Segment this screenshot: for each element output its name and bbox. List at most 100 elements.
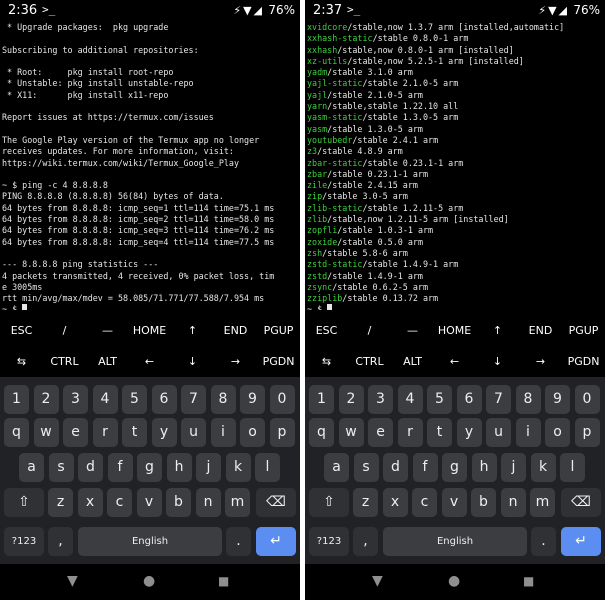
key-p[interactable]: p (574, 418, 600, 447)
key-5[interactable]: 5 (427, 385, 452, 414)
key-d[interactable]: d (383, 453, 408, 482)
key-u[interactable]: u (486, 418, 511, 447)
arrow-right-icon[interactable]: → (519, 346, 562, 377)
key-m[interactable]: m (225, 488, 250, 517)
key-v[interactable]: v (441, 488, 467, 517)
key-6[interactable]: 6 (456, 385, 482, 414)
key-l[interactable]: l (560, 453, 585, 482)
key-6[interactable]: 6 (151, 385, 177, 414)
key-k[interactable]: k (225, 453, 251, 482)
arrow-left-icon[interactable]: ← (433, 346, 476, 377)
key-4[interactable]: 4 (397, 385, 423, 414)
esc-key[interactable]: ESC (305, 315, 348, 346)
arrow-up-icon[interactable]: ↑ (476, 315, 519, 346)
key-4[interactable]: 4 (92, 385, 118, 414)
key-t[interactable]: t (122, 418, 147, 447)
key-7[interactable]: 7 (486, 385, 511, 414)
terminal-output[interactable]: * Upgrade packages: pkg upgrade Subscribi… (2, 22, 298, 310)
key-h[interactable]: h (471, 453, 497, 482)
page-down-key[interactable]: PGDN (257, 346, 300, 377)
key-a[interactable]: a (19, 453, 44, 482)
key-u[interactable]: u (181, 418, 206, 447)
period-key[interactable]: . (226, 527, 251, 556)
key-2[interactable]: 2 (33, 385, 59, 414)
key-3[interactable]: 3 (63, 385, 88, 414)
key-r[interactable]: r (397, 418, 423, 447)
key-g[interactable]: g (137, 453, 162, 482)
key-a[interactable]: a (324, 453, 349, 482)
key-8[interactable]: 8 (515, 385, 541, 414)
shift-icon[interactable]: ⇧ (4, 488, 44, 517)
key-o[interactable]: o (240, 418, 265, 447)
shift-icon[interactable]: ⇧ (309, 488, 349, 517)
key-y[interactable]: y (151, 418, 177, 447)
page-down-key[interactable]: PGDN (562, 346, 605, 377)
back-icon[interactable]: ▼ (67, 573, 78, 589)
dash-key[interactable]: — (86, 315, 129, 346)
back-icon[interactable]: ▼ (372, 573, 383, 589)
key-2[interactable]: 2 (338, 385, 364, 414)
space-bar[interactable]: English (78, 527, 222, 556)
end-key[interactable]: END (214, 315, 257, 346)
key-9[interactable]: 9 (240, 385, 265, 414)
arrow-up-icon[interactable]: ↑ (171, 315, 214, 346)
space-bar[interactable]: English (383, 527, 527, 556)
key-i[interactable]: i (515, 418, 541, 447)
home-icon[interactable]: ● (448, 573, 460, 589)
tab-icon[interactable]: ⇆ (0, 346, 43, 377)
key-m[interactable]: m (530, 488, 555, 517)
key-s[interactable]: s (48, 453, 74, 482)
key-c[interactable]: c (107, 488, 132, 517)
home-icon[interactable]: ● (143, 573, 155, 589)
page-up-key[interactable]: PGUP (562, 315, 605, 346)
key-w[interactable]: w (338, 418, 364, 447)
key-g[interactable]: g (442, 453, 467, 482)
key-l[interactable]: l (255, 453, 280, 482)
alt-key[interactable]: ALT (86, 346, 129, 377)
key-c[interactable]: c (412, 488, 437, 517)
key-r[interactable]: r (92, 418, 118, 447)
arrow-down-icon[interactable]: ↓ (476, 346, 519, 377)
key-5[interactable]: 5 (122, 385, 147, 414)
enter-icon[interactable]: ↵ (561, 527, 601, 556)
key-z[interactable]: z (353, 488, 378, 517)
key-f[interactable]: f (412, 453, 438, 482)
key-w[interactable]: w (33, 418, 59, 447)
period-key[interactable]: . (531, 527, 556, 556)
symbols-key[interactable]: ?123 (309, 527, 349, 556)
key-o[interactable]: o (545, 418, 570, 447)
key-1[interactable]: 1 (4, 385, 29, 414)
key-9[interactable]: 9 (545, 385, 570, 414)
key-x[interactable]: x (77, 488, 103, 517)
key-q[interactable]: q (4, 418, 29, 447)
terminal-output[interactable]: xvidcore/stable,now 1.3.7 arm [installed… (307, 22, 603, 310)
key-n[interactable]: n (500, 488, 526, 517)
key-b[interactable]: b (471, 488, 496, 517)
slash-key[interactable]: / (348, 315, 391, 346)
key-n[interactable]: n (195, 488, 221, 517)
key-j[interactable]: j (196, 453, 221, 482)
ctrl-key[interactable]: CTRL (348, 346, 391, 377)
key-z[interactable]: z (48, 488, 73, 517)
backspace-icon[interactable]: ⌫ (561, 488, 601, 517)
symbols-key[interactable]: ?123 (4, 527, 44, 556)
key-t[interactable]: t (427, 418, 452, 447)
home-key[interactable]: HOME (128, 315, 171, 346)
arrow-left-icon[interactable]: ← (128, 346, 171, 377)
end-key[interactable]: END (519, 315, 562, 346)
key-e[interactable]: e (63, 418, 88, 447)
key-0[interactable]: 0 (269, 385, 295, 414)
key-i[interactable]: i (210, 418, 236, 447)
key-d[interactable]: d (78, 453, 103, 482)
key-b[interactable]: b (166, 488, 191, 517)
key-j[interactable]: j (501, 453, 526, 482)
key-7[interactable]: 7 (181, 385, 206, 414)
comma-key[interactable]: , (48, 527, 73, 556)
home-key[interactable]: HOME (433, 315, 476, 346)
page-up-key[interactable]: PGUP (257, 315, 300, 346)
key-h[interactable]: h (166, 453, 192, 482)
key-e[interactable]: e (368, 418, 393, 447)
key-k[interactable]: k (530, 453, 556, 482)
recents-icon[interactable]: ■ (523, 574, 534, 588)
comma-key[interactable]: , (353, 527, 378, 556)
